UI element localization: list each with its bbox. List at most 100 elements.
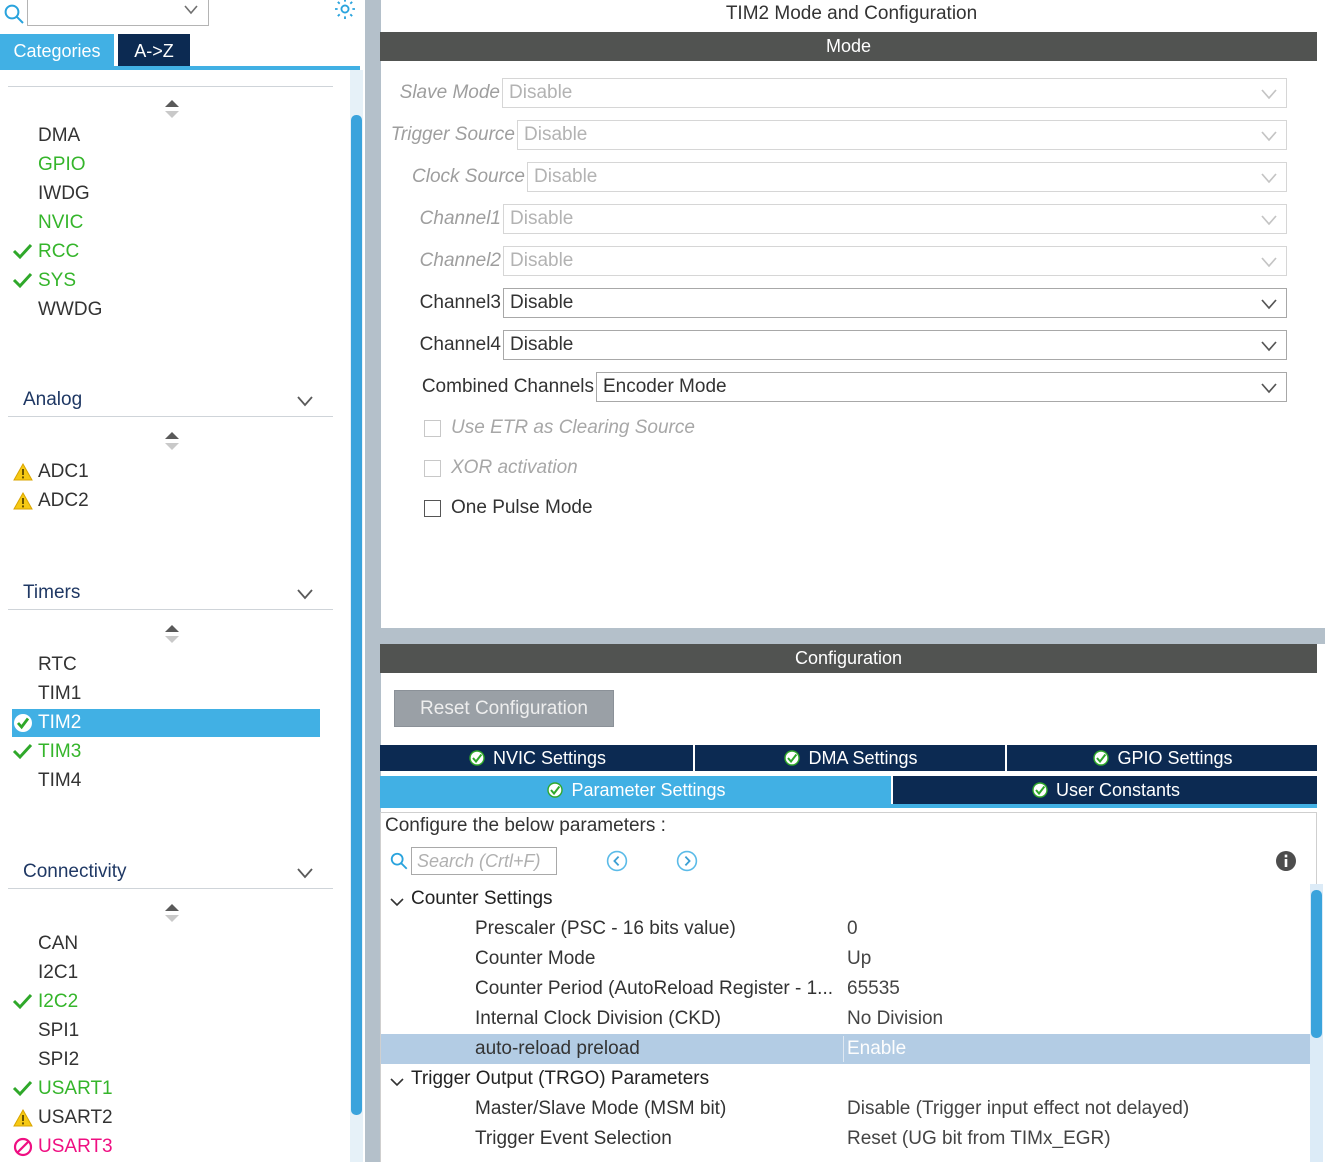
checkbox-use-etr-as-clearing-source[interactable]: Use ETR as Clearing Source [424,414,695,442]
sidebar-item-label: I2C1 [38,962,79,983]
sidebar-item-label: NVIC [38,212,84,233]
chevron-down-icon [1260,297,1278,310]
sidebar-item-dma[interactable]: DMA [12,122,320,150]
chevron-down-icon [182,1,200,19]
status-none-icon [12,1021,38,1041]
table-row[interactable]: Trigger Event Selection Reset (UG bit fr… [381,1124,1316,1154]
sidebar-item-spi2[interactable]: SPI2 [12,1046,320,1074]
row-channel3: Channel3 Disable [378,288,1325,318]
mode-config-separator[interactable] [378,628,1325,644]
sidebar-item-label: RTC [38,654,77,675]
sidebar-item-gpio[interactable]: GPIO [12,151,320,179]
tab-label: NVIC Settings [492,747,607,768]
table-row[interactable]: Counter Period (AutoReload Register - 1.… [381,974,1316,1004]
configure-note-label: Configure the below parameters : [385,815,666,836]
sidebar-item-tim3[interactable]: TIM3 [12,738,320,766]
sidebar-item-tim2[interactable]: TIM2 [12,709,320,737]
sidebar-item-wwdg[interactable]: WWDG [12,296,320,324]
row-label: Slave Mode [399,82,500,103]
table-row[interactable]: Internal Clock Division (CKD) No Divisio… [381,1004,1316,1034]
row-label: Combined Channels [421,376,594,397]
tab-user-constants[interactable]: User Constants [893,776,1317,804]
select-value: Encoder Mode [603,376,727,397]
table-row-selected[interactable]: auto-reload preload Enable [381,1034,1316,1064]
parameter-group-trigger-output[interactable]: Trigger Output (TRGO) Parameters [381,1064,1316,1094]
tab-a-to-z[interactable]: A->Z [118,34,190,68]
check-icon [12,992,38,1012]
table-row[interactable]: Prescaler (PSC - 16 bits value) 0 [381,914,1316,944]
peripheral-sidebar: Categories A->Z DMA GPIO IWDG NVIC RCC S… [0,0,368,1162]
sidebar-section-timers[interactable]: Timers [0,578,336,612]
sidebar-item-rtc[interactable]: RTC [12,651,320,679]
parameter-list-scrollbar-thumb[interactable] [1311,890,1322,1038]
channel2-select[interactable]: Disable [503,246,1287,276]
configure-note: Configure the below parameters : [380,812,1317,840]
parameter-name: Counter Mode [475,948,596,969]
sidebar-item-label: DMA [38,125,81,146]
list-spinner-icon-2[interactable] [163,623,181,645]
sidebar-section-connectivity[interactable]: Connectivity [0,857,336,891]
list-spinner-icon-0[interactable] [163,98,181,120]
tab-gpio-settings[interactable]: GPIO Settings [1007,745,1317,771]
slave-mode-select[interactable]: Disable [502,78,1287,108]
parameter-list: Counter Settings Prescaler (PSC - 16 bit… [380,884,1317,1162]
search-placeholder: Search (Crtl+F) [417,851,541,871]
sidebar-item-i2c1[interactable]: I2C1 [12,959,320,987]
warning-icon [12,491,38,511]
gear-icon[interactable] [332,0,358,22]
sidebar-item-label: SYS [38,270,77,291]
chevron-left-circle-icon[interactable] [606,850,628,872]
check-icon [12,742,38,762]
sidebar-item-label: ADC2 [38,490,89,511]
sidebar-search-combo[interactable] [27,0,209,26]
mode-band-label: Mode [825,36,872,56]
sidebar-item-nvic[interactable]: NVIC [12,209,320,237]
checkbox-one-pulse-mode[interactable]: One Pulse Mode [424,494,593,522]
status-none-icon [12,963,38,983]
list-spinner-icon-3[interactable] [163,902,181,924]
stm32cubemx-window: Categories A->Z DMA GPIO IWDG NVIC RCC S… [0,0,1325,1162]
sidebar-item-usart2[interactable]: USART2 [12,1104,320,1132]
sidebar-item-usart1[interactable]: USART1 [12,1075,320,1103]
sidebar-item-usart3[interactable]: USART3 [12,1133,320,1161]
sidebar-item-rcc[interactable]: RCC [12,238,320,266]
sidebar-scrollbar-thumb[interactable] [351,115,362,1115]
checkbox-xor-activation[interactable]: XOR activation [424,454,578,482]
sidebar-item-tim1[interactable]: TIM1 [12,680,320,708]
sidebar-item-tim4[interactable]: TIM4 [12,767,320,795]
sidebar-item-adc2[interactable]: ADC2 [12,487,320,515]
sidebar-item-label: USART3 [38,1136,113,1157]
reset-configuration-button[interactable]: Reset Configuration [394,690,614,727]
panel-divider[interactable] [365,0,378,1162]
channel4-select[interactable]: Disable [503,330,1287,360]
sidebar-item-i2c2[interactable]: I2C2 [12,988,320,1016]
channel1-select[interactable]: Disable [503,204,1287,234]
chevron-right-circle-icon[interactable] [676,850,698,872]
info-icon[interactable] [1274,849,1298,873]
tab-categories[interactable]: Categories [0,34,114,68]
channel3-select[interactable]: Disable [503,288,1287,318]
trigger-source-select[interactable]: Disable [517,120,1287,150]
tab-parameter-settings[interactable]: Parameter Settings [380,776,891,804]
tab-label: Parameter Settings [571,779,726,800]
combined-channels-select[interactable]: Encoder Mode [596,372,1287,402]
parameter-group-counter-settings[interactable]: Counter Settings [381,884,1316,914]
list-spinner-icon-1[interactable] [163,430,181,452]
sidebar-item-label: CAN [38,933,79,954]
table-row[interactable]: Counter Mode Up [381,944,1316,974]
sidebar-item-iwdg[interactable]: IWDG [12,180,320,208]
section-rule [8,416,333,417]
parameter-value: Disable (Trigger input effect not delaye… [847,1098,1190,1119]
sidebar-item-adc1[interactable]: ADC1 [12,458,320,486]
clock-source-select[interactable]: Disable [527,162,1287,192]
row-label: Channel2 [419,250,501,271]
sidebar-section-analog[interactable]: Analog [0,385,336,419]
sidebar-item-can[interactable]: CAN [12,930,320,958]
group-name: Trigger Output (TRGO) Parameters [411,1068,710,1089]
tab-dma-settings[interactable]: DMA Settings [695,745,1005,771]
sidebar-item-spi1[interactable]: SPI1 [12,1017,320,1045]
search-input[interactable]: Search (Crtl+F) [411,847,557,875]
sidebar-item-sys[interactable]: SYS [12,267,320,295]
tab-nvic-settings[interactable]: NVIC Settings [380,745,693,771]
table-row[interactable]: Master/Slave Mode (MSM bit) Disable (Tri… [381,1094,1316,1124]
